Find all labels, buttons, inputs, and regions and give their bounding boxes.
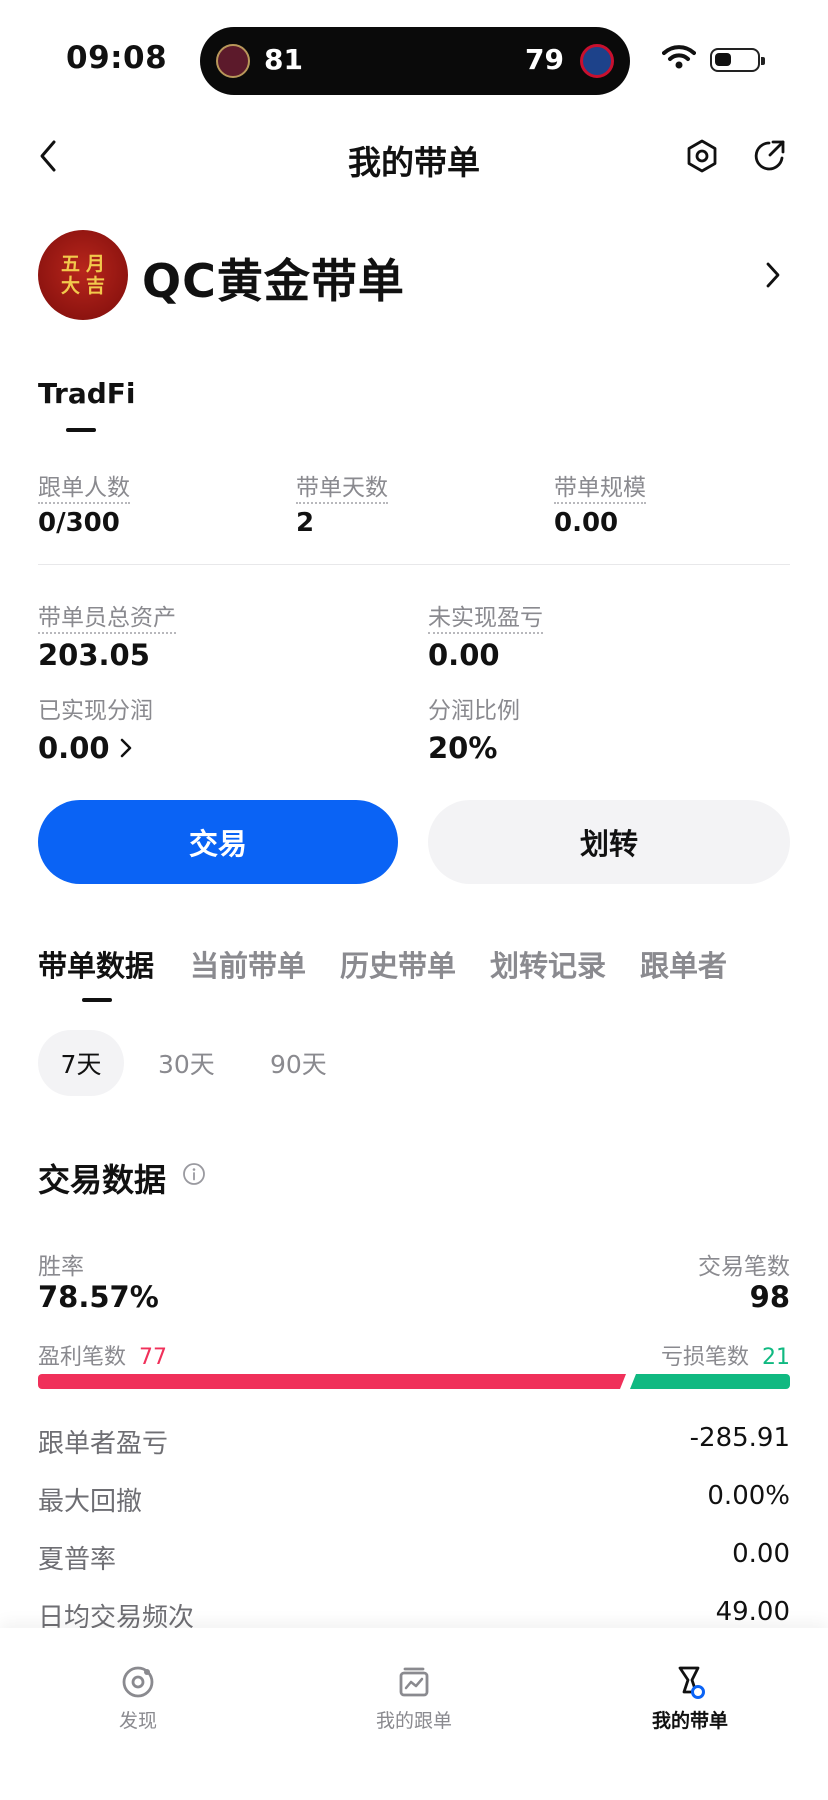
follower-pnl-value: -285.91 [689, 1423, 790, 1453]
copy-trade-icon [399, 1667, 429, 1697]
stat-label[interactable]: 带单天数 [296, 475, 388, 504]
stat-days: 带单天数 2 [296, 468, 388, 538]
max-drawdown-label: 最大回撤 [38, 1487, 143, 1517]
avatar[interactable]: 五 月 大 吉 [38, 230, 128, 320]
info-icon[interactable] [182, 1162, 206, 1186]
tabbar-discover[interactable]: 发现 [58, 1664, 218, 1733]
share-ratio-label: 分润比例 [428, 698, 520, 724]
profit-count-value: 77 [139, 1345, 168, 1370]
chevron-right-icon[interactable] [120, 738, 132, 758]
profit-count: 盈利笔数 77 [38, 1339, 167, 1371]
total-assets: 带单员总资产 203.05 [38, 598, 176, 672]
win-rate-label: 胜率 [38, 1254, 84, 1280]
daily-frequency-value: 49.00 [715, 1597, 790, 1627]
profit-bar [38, 1374, 626, 1389]
max-drawdown-value: 0.00% [707, 1481, 790, 1511]
stat-value: 0.00 [554, 508, 619, 538]
share-icon[interactable] [752, 138, 788, 174]
sharpe-label: 夏普率 [38, 1545, 117, 1575]
section-title: 交易数据 [38, 1161, 167, 1199]
battery-icon [710, 48, 765, 72]
unrealized-pnl-label[interactable]: 未实现盈亏 [428, 605, 543, 634]
bottom-tab-bar: 发现 我的跟单 我的带单 [0, 1628, 828, 1800]
tabbar-my-copy[interactable]: 我的跟单 [334, 1664, 494, 1733]
stat-label[interactable]: 带单规模 [554, 475, 646, 504]
cavaliers-logo-icon [216, 44, 250, 78]
tab-underline [66, 428, 96, 432]
loss-bar [630, 1374, 790, 1389]
discover-icon [122, 1666, 154, 1698]
trades-count-value: 98 [749, 1280, 790, 1314]
stat-scale: 带单规模 0.00 [554, 468, 646, 538]
tab-tradfi[interactable]: TradFi [38, 377, 136, 410]
score-right: 79 [525, 43, 564, 76]
realized-share[interactable]: 已实现分润 0.00 [38, 691, 153, 765]
tabbar-my-lead[interactable]: 我的带单 [610, 1664, 770, 1733]
loss-count-label: 亏损笔数 [660, 1345, 749, 1370]
tabbar-label: 我的带单 [651, 1710, 728, 1732]
transfer-button[interactable]: 划转 [428, 800, 790, 884]
avatar-char: 吉 [86, 275, 106, 297]
tab-history-lead[interactable]: 历史带单 [340, 943, 456, 985]
tab-underline [82, 998, 112, 1002]
avatar-char: 月 [86, 253, 106, 275]
tabbar-label: 我的跟单 [375, 1710, 452, 1732]
tab-lead-data[interactable]: 带单数据 [38, 943, 154, 985]
avatar-char: 大 [60, 275, 80, 297]
tabbar-label: 发现 [118, 1710, 157, 1732]
pistons-logo-icon [580, 44, 614, 78]
profit-count-label: 盈利笔数 [38, 1345, 127, 1370]
unrealized-pnl: 未实现盈亏 0.00 [428, 598, 543, 672]
tab-followers[interactable]: 跟单者 [640, 943, 727, 985]
chevron-right-icon[interactable] [764, 260, 782, 290]
total-assets-value: 203.05 [38, 638, 150, 672]
avatar-char: 五 [60, 253, 80, 275]
share-ratio: 分润比例 20% [428, 691, 520, 765]
status-time: 09:08 [66, 40, 168, 76]
sharpe-value: 0.00 [732, 1539, 790, 1569]
period-30d[interactable]: 30天 [158, 1045, 215, 1081]
wifi-icon [662, 45, 696, 69]
stat-followers: 跟单人数 0/300 [38, 468, 130, 538]
win-rate-value: 78.57% [38, 1280, 159, 1314]
loss-count-value: 21 [762, 1345, 790, 1370]
stat-label[interactable]: 跟单人数 [38, 475, 130, 504]
stat-value: 2 [296, 508, 315, 538]
period-7d[interactable]: 7天 [38, 1030, 124, 1096]
lead-trade-icon [678, 1666, 705, 1699]
tab-transfer-records[interactable]: 划转记录 [490, 943, 606, 985]
live-score-island[interactable]: 81 79 [200, 27, 630, 95]
unrealized-pnl-value: 0.00 [428, 638, 500, 672]
divider [38, 564, 790, 565]
trades-count-label: 交易笔数 [698, 1254, 790, 1280]
loss-count: 亏损笔数 21 [661, 1339, 790, 1371]
tab-current-lead[interactable]: 当前带单 [190, 943, 306, 985]
score-left: 81 [264, 43, 303, 76]
share-ratio-value: 20% [428, 731, 498, 765]
realized-share-label: 已实现分润 [38, 698, 153, 724]
total-assets-label[interactable]: 带单员总资产 [38, 605, 176, 634]
follower-pnl-label: 跟单者盈亏 [38, 1429, 169, 1459]
hexagon-settings-icon[interactable] [684, 138, 720, 174]
realized-share-value: 0.00 [38, 731, 110, 765]
period-90d[interactable]: 90天 [270, 1045, 327, 1081]
profile-name[interactable]: QC黄金带单 [142, 245, 405, 311]
trade-button[interactable]: 交易 [38, 800, 398, 884]
stat-value: 0/300 [38, 508, 120, 538]
